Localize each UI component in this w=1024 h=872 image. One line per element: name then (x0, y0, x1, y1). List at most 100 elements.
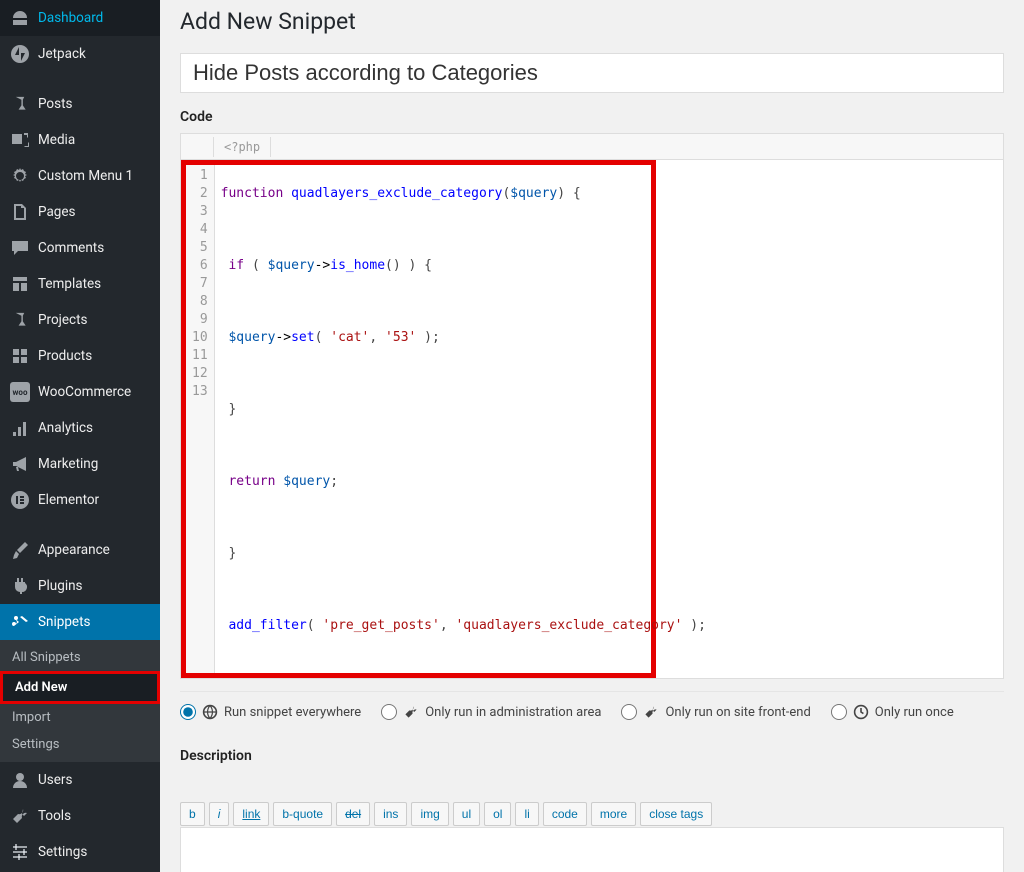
menu-marketing[interactable]: Marketing (0, 446, 160, 482)
pin-icon (10, 94, 30, 114)
menu-appearance[interactable]: Appearance (0, 532, 160, 568)
menu-analytics[interactable]: Analytics (0, 410, 160, 446)
qt-ins[interactable]: ins (374, 802, 407, 826)
plugins-icon (10, 576, 30, 596)
menu-custom1[interactable]: Custom Menu 1 (0, 158, 160, 194)
snippets-submenu: All Snippets Add New Import Settings (0, 640, 160, 762)
menu-tools[interactable]: Tools (0, 798, 160, 834)
globe-icon (202, 704, 218, 720)
submenu-settings[interactable]: Settings (0, 731, 160, 758)
scope-everywhere[interactable]: Run snippet everywhere (180, 704, 361, 720)
menu-label: Marketing (38, 456, 98, 472)
menu-users[interactable]: Users (0, 762, 160, 798)
qt-img[interactable]: img (411, 802, 448, 826)
admin-sidebar: Dashboard Jetpack Posts Media Custom Men… (0, 0, 160, 872)
tools-icon (10, 806, 30, 826)
qt-code[interactable]: code (543, 802, 587, 826)
clock-icon (853, 704, 869, 720)
scope-label: Only run on site front-end (665, 705, 810, 720)
menu-label: Jetpack (38, 46, 86, 62)
settings-icon (10, 842, 30, 862)
menu-label: Plugins (38, 578, 83, 594)
menu-label: Dashboard (38, 10, 103, 26)
users-icon (10, 770, 30, 790)
menu-label: Snippets (38, 614, 90, 630)
wrench-icon (643, 704, 659, 720)
menu-label: Comments (38, 240, 104, 256)
submenu-all-snippets[interactable]: All Snippets (0, 644, 160, 671)
qt-del[interactable]: del (336, 802, 370, 826)
php-tag: <?php (213, 137, 271, 157)
elementor-icon (10, 490, 30, 510)
menu-elementor[interactable]: Elementor (0, 482, 160, 518)
qt-close[interactable]: close tags (640, 802, 712, 826)
marketing-icon (10, 454, 30, 474)
main-content: Add New Snippet Code <?php 1234567891011… (160, 0, 1024, 872)
scope-label: Only run once (875, 705, 954, 720)
wrench-icon (403, 704, 419, 720)
scope-label: Only run in administration area (425, 705, 601, 720)
page-title: Add New Snippet (180, 8, 1004, 35)
code-content[interactable]: function quadlayers_exclude_category($qu… (215, 165, 712, 673)
scope-label: Run snippet everywhere (224, 705, 361, 720)
media-icon (10, 130, 30, 150)
products-icon (10, 346, 30, 366)
code-heading: Code (180, 109, 1004, 125)
menu-projects[interactable]: Projects (0, 302, 160, 338)
scope-admin[interactable]: Only run in administration area (381, 704, 601, 720)
qt-ol[interactable]: ol (484, 802, 511, 826)
menu-templates[interactable]: Templates (0, 266, 160, 302)
menu-dashboard[interactable]: Dashboard (0, 0, 160, 36)
line-numbers: 12345678910111213 (186, 165, 215, 673)
qt-more[interactable]: more (591, 802, 636, 826)
menu-woocommerce[interactable]: woo WooCommerce (0, 374, 160, 410)
menu-comments[interactable]: Comments (0, 230, 160, 266)
menu-label: Custom Menu 1 (38, 168, 133, 184)
qt-link[interactable]: link (233, 802, 269, 826)
menu-posts[interactable]: Posts (0, 86, 160, 122)
scope-front[interactable]: Only run on site front-end (621, 704, 810, 720)
jetpack-icon (10, 44, 30, 64)
menu-label: WooCommerce (38, 384, 131, 400)
submenu-add-new[interactable]: Add New (3, 674, 157, 701)
dashboard-icon (10, 8, 30, 28)
menu-label: Tools (38, 808, 71, 824)
qt-bquote[interactable]: b-quote (273, 802, 332, 826)
menu-media[interactable]: Media (0, 122, 160, 158)
submenu-import[interactable]: Import (0, 704, 160, 731)
menu-label: Projects (38, 312, 88, 328)
menu-label: Users (38, 772, 72, 788)
pages-icon (10, 202, 30, 222)
code-editor-container: <?php 12345678910111213 function quadlay… (180, 133, 1004, 679)
menu-label: Elementor (38, 492, 99, 508)
scope-radio-front[interactable] (621, 704, 637, 720)
menu-label: Posts (38, 96, 72, 112)
description-heading: Description (180, 748, 1004, 764)
menu-snippets[interactable]: Snippets (0, 604, 160, 640)
scope-options: Run snippet everywhere Only run in admin… (180, 691, 1004, 732)
menu-settings[interactable]: Settings (0, 834, 160, 870)
menu-plugins[interactable]: Plugins (0, 568, 160, 604)
scope-radio-once[interactable] (831, 704, 847, 720)
qt-b[interactable]: b (180, 802, 205, 826)
menu-products[interactable]: Products (0, 338, 160, 374)
qt-i[interactable]: i (209, 802, 230, 826)
menu-pages[interactable]: Pages (0, 194, 160, 230)
description-textarea[interactable] (180, 827, 1004, 872)
scope-radio-admin[interactable] (381, 704, 397, 720)
analytics-icon (10, 418, 30, 438)
scope-radio-everywhere[interactable] (180, 704, 196, 720)
quicktags-toolbar: b i link b-quote del ins img ul ol li co… (180, 802, 1004, 826)
menu-label: Pages (38, 204, 76, 220)
code-editor[interactable]: 12345678910111213 function quadlayers_ex… (181, 160, 1003, 678)
menu-jetpack[interactable]: Jetpack (0, 36, 160, 72)
qt-ul[interactable]: ul (453, 802, 480, 826)
menu-label: Templates (38, 276, 101, 292)
qt-li[interactable]: li (515, 802, 538, 826)
woo-icon: woo (10, 382, 30, 402)
templates-icon (10, 274, 30, 294)
scope-once[interactable]: Only run once (831, 704, 954, 720)
snippet-title-input[interactable] (180, 53, 1004, 93)
menu-label: Appearance (38, 542, 110, 558)
menu-label: Settings (38, 844, 87, 860)
